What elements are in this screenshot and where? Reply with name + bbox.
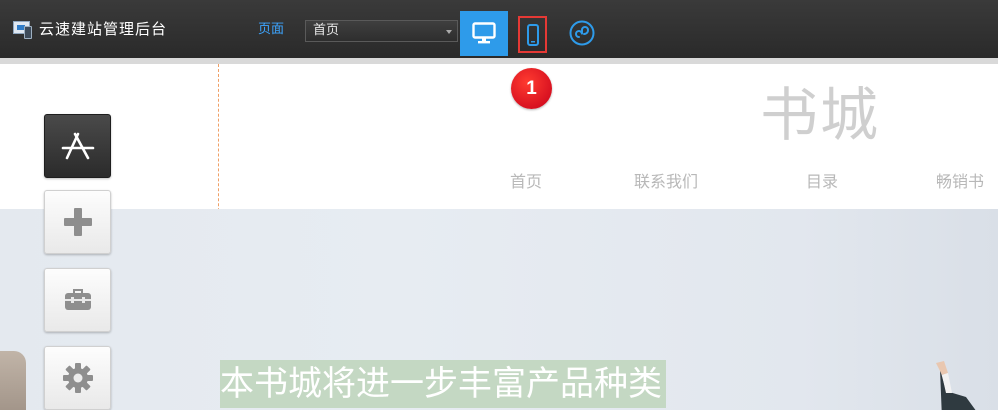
site-builder-logo-icon — [13, 21, 33, 39]
banner-figure-right — [936, 361, 976, 410]
toolbar-divider — [0, 58, 998, 64]
nav-item-contact[interactable]: 联系我们 — [634, 171, 698, 193]
page-label: 页面 — [258, 22, 285, 37]
settings-tool-button[interactable] — [44, 346, 111, 410]
page-select-value: 首页 — [313, 23, 340, 38]
chevron-down-icon — [446, 30, 452, 34]
toolbox-icon — [64, 289, 91, 310]
banner-headline: 本书城将进一步丰富产品种类 — [220, 360, 666, 408]
plus-icon — [63, 208, 92, 236]
gear-icon — [62, 363, 93, 393]
top-toolbar: 云速建站管理后台 页面 首页 — [0, 0, 998, 58]
desktop-view-button[interactable] — [460, 11, 508, 56]
monitor-icon — [472, 22, 496, 44]
site-title: 书城 — [760, 81, 881, 149]
app-store-icon — [61, 132, 94, 160]
mobile-view-button[interactable] — [518, 16, 547, 53]
phone-icon — [527, 24, 539, 46]
page-select[interactable]: 首页 — [305, 20, 458, 42]
mini-program-view-button[interactable] — [569, 20, 595, 46]
nav-item-home[interactable]: 首页 — [510, 171, 542, 193]
toolbox-tool-button[interactable] — [44, 268, 111, 332]
add-tool-button[interactable] — [44, 190, 111, 254]
design-tool-button[interactable] — [44, 114, 111, 178]
app-title: 云速建站管理后台 — [39, 20, 168, 38]
mini-program-icon — [569, 20, 595, 46]
nav-item-bestsellers[interactable]: 畅销书 — [936, 171, 984, 193]
banner-figure-left — [0, 351, 26, 410]
nav-item-catalog[interactable]: 目录 — [806, 171, 838, 193]
step-badge: 1 — [511, 68, 552, 109]
